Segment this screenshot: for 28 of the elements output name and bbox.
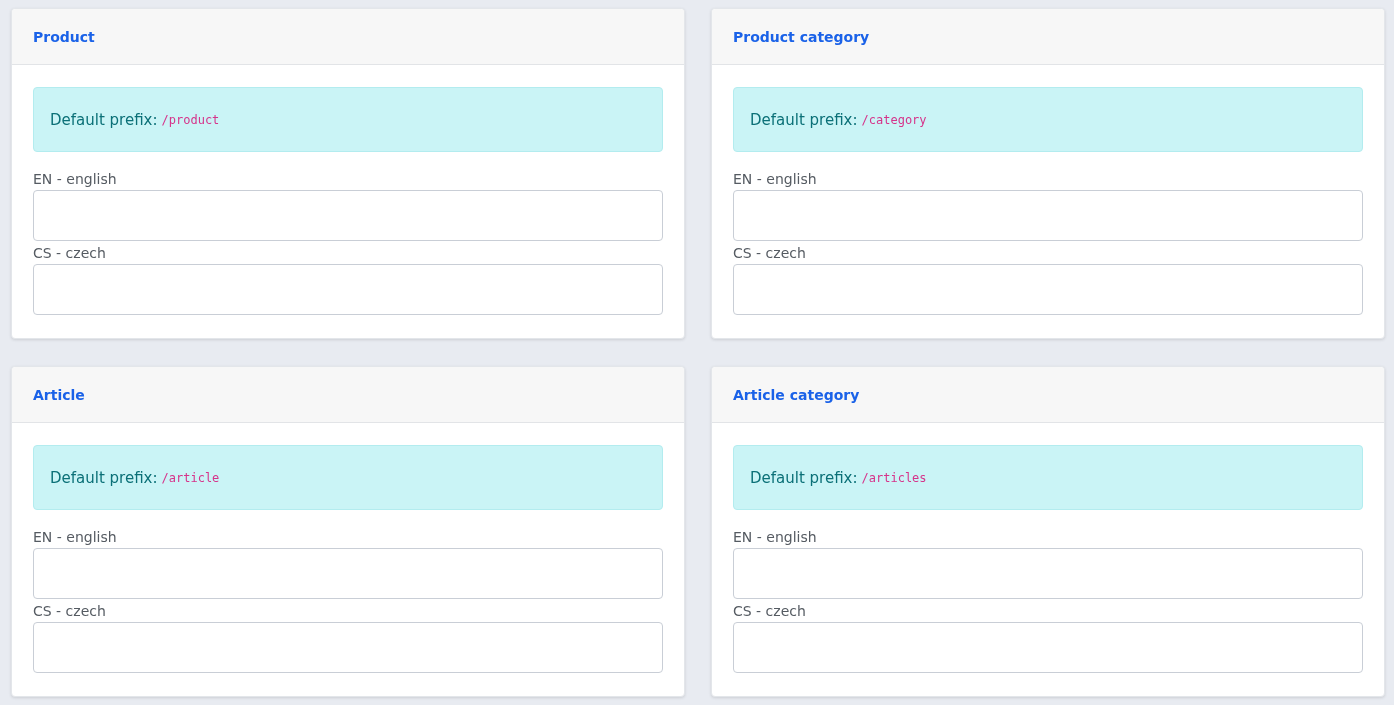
input-field[interactable] — [733, 264, 1363, 315]
input-field[interactable] — [733, 622, 1363, 673]
prefix-label: Default prefix: — [50, 468, 158, 487]
input-field[interactable] — [733, 190, 1363, 241]
input-field[interactable] — [33, 548, 663, 599]
field-label: EN - english — [733, 528, 818, 546]
card-title: Product — [33, 28, 95, 45]
field-label: CS - czech — [733, 602, 807, 620]
prefix-code: /product — [161, 112, 220, 127]
input-field[interactable] — [33, 622, 663, 673]
field-label: CS - czech — [33, 244, 107, 262]
prefix-label: Default prefix: — [50, 110, 158, 129]
prefix-label: Default prefix: — [750, 468, 858, 487]
prefix-label: Default prefix: — [750, 110, 858, 129]
card-title: Article — [33, 386, 85, 403]
field-label: CS - czech — [733, 244, 807, 262]
card-title: Product category — [733, 28, 870, 45]
prefix-code: /category — [861, 112, 927, 127]
field-label: EN - english — [733, 170, 818, 188]
card-title: Article category — [733, 386, 860, 403]
input-field[interactable] — [733, 548, 1363, 599]
field-label: EN - english — [33, 170, 118, 188]
prefix-code: /articles — [861, 470, 927, 485]
field-label: EN - english — [33, 528, 118, 546]
input-field[interactable] — [33, 264, 663, 315]
prefix-code: /article — [161, 470, 220, 485]
input-field[interactable] — [33, 190, 663, 241]
field-label: CS - czech — [33, 602, 107, 620]
